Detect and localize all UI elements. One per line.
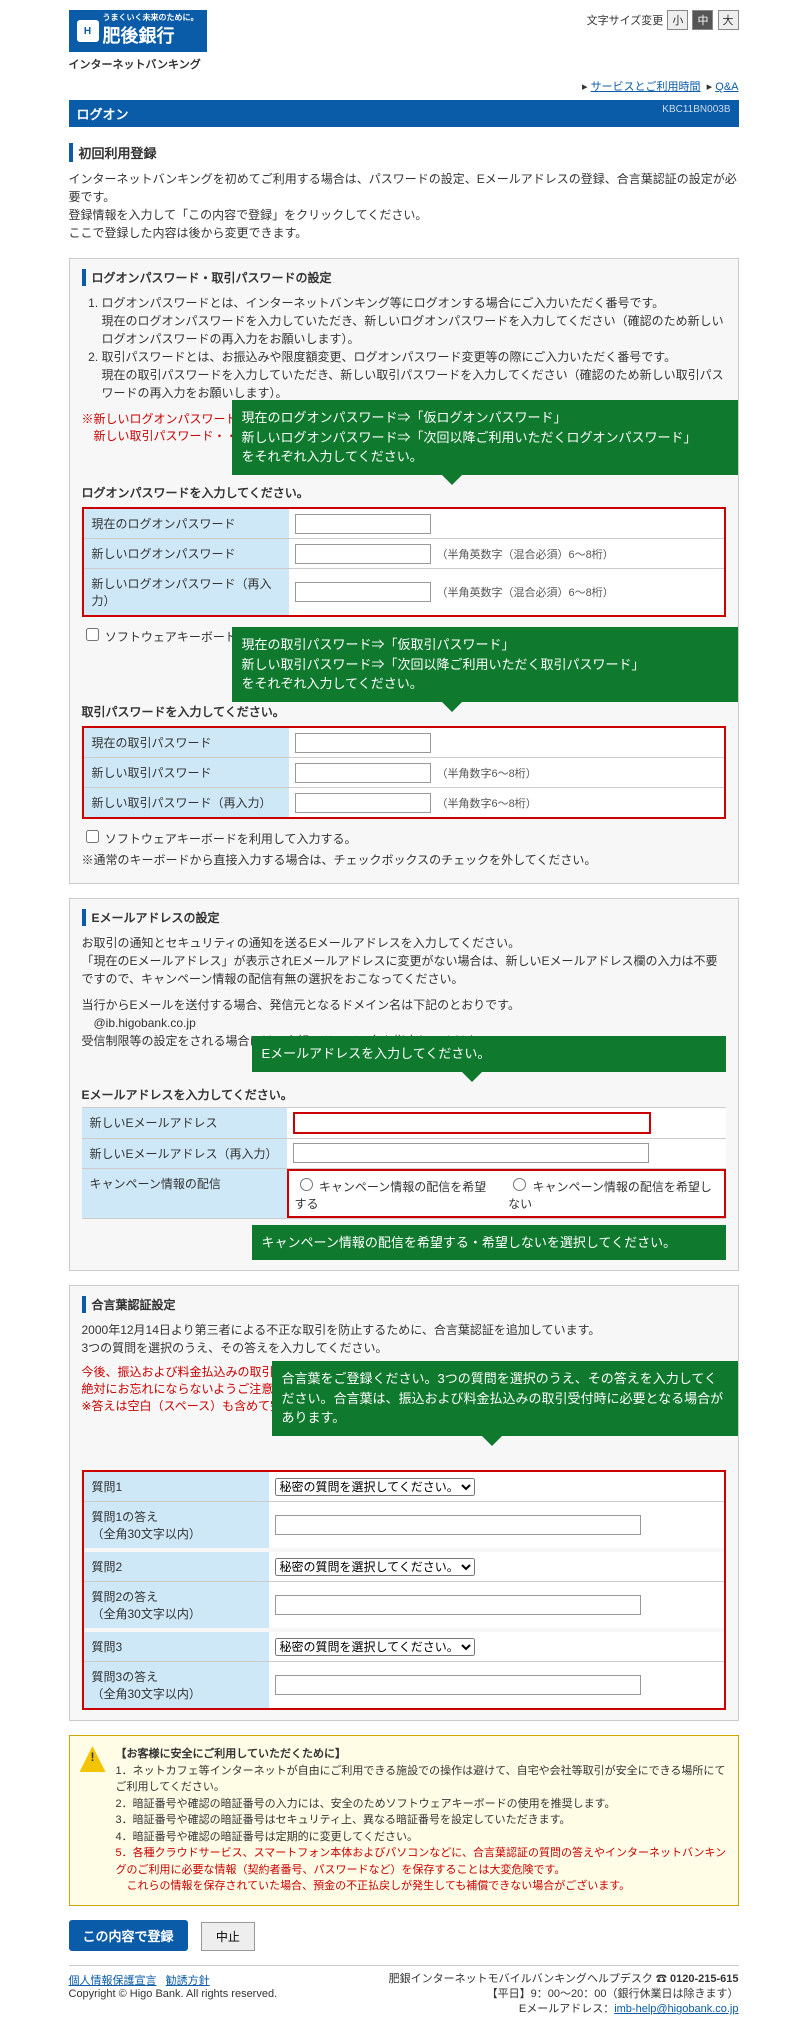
input-a2[interactable] — [275, 1595, 641, 1615]
input-new-logon-pw-confirm[interactable] — [295, 582, 431, 602]
input-a1[interactable] — [275, 1515, 641, 1535]
pw-section-heading: ログオンパスワード・取引パスワードの設定 — [82, 269, 726, 286]
input-a3[interactable] — [275, 1675, 641, 1695]
font-size-large[interactable]: 大 — [718, 10, 739, 30]
label-q1: 質問1 — [84, 1472, 269, 1501]
label-new-txn-pw: 新しい取引パスワード — [84, 758, 289, 787]
secret-desc: 2000年12月14日より第三者による不正な取引を防止するために、合言葉認証を追… — [82, 1321, 726, 1357]
font-size-control: 文字サイズ変更 小 中 大 — [587, 10, 739, 30]
email-desc: お取引の通知とセキュリティの通知を送るEメールアドレスを入力してください。 「現… — [82, 934, 726, 988]
input-new-email[interactable] — [293, 1112, 651, 1134]
link-help-mail[interactable]: imb-help@higobank.co.jp — [614, 2003, 738, 2015]
txn-pw-caption: 取引パスワードを入力してください。 — [82, 703, 726, 720]
logo-icon: H — [77, 20, 99, 42]
page-heading: 初回利用登録 — [69, 143, 739, 162]
input-new-txn-pw[interactable] — [295, 763, 431, 783]
email-tip: Eメールアドレスを入力してください。 — [252, 1036, 726, 1072]
input-new-txn-pw-confirm[interactable] — [295, 793, 431, 813]
logon-pw-form: 現在のログオンパスワード 新しいログオンパスワード （半角英数字（混合必須）6～… — [82, 507, 726, 617]
sub-brand: インターネットバンキング — [69, 56, 207, 72]
label-a3: 質問3の答え （全角30文字以内） — [84, 1662, 269, 1708]
pw-description: ログオンパスワードとは、インターネットバンキング等にログオンする場合にご入力いた… — [86, 294, 726, 402]
font-size-label: 文字サイズ変更 — [587, 15, 664, 27]
label-q2: 質問2 — [84, 1552, 269, 1581]
chk-soft-kb-1[interactable] — [86, 628, 99, 641]
label-new-email-confirm: 新しいEメールアドレス（再入力） — [82, 1139, 287, 1168]
logon-pw-tip: 現在のログオンパスワード⇒「仮ログオンパスワード」 新しいログオンパスワード⇒「… — [232, 400, 738, 475]
label-a2: 質問2の答え （全角30文字以内） — [84, 1582, 269, 1628]
label-q3: 質問3 — [84, 1632, 269, 1661]
label-new-txn-pw-confirm: 新しい取引パスワード（再入力） — [84, 788, 289, 817]
radio-campaign-no[interactable]: キャンペーン情報の配信を希望しない — [508, 1175, 717, 1212]
label-current-txn-pw: 現在の取引パスワード — [84, 728, 289, 757]
label-new-logon-pw-confirm: 新しいログオンパスワード（再入力） — [84, 569, 289, 615]
label-campaign: キャンペーン情報の配信 — [82, 1169, 287, 1218]
secret-section-heading: 合言葉認証設定 — [82, 1296, 726, 1313]
font-size-medium[interactable]: 中 — [692, 10, 713, 30]
secret-tip: 合言葉をご登録ください。3つの質問を選択のうえ、その答えを入力してください。合言… — [272, 1361, 738, 1436]
select-q3[interactable]: 秘密の質問を選択してください。 — [275, 1638, 475, 1656]
label-current-logon-pw: 現在のログオンパスワード — [84, 509, 289, 538]
link-privacy[interactable]: 個人情報保護宣言 — [69, 1975, 157, 1987]
safety-title: 【お客様に安全にご利用していただくために】 — [116, 1748, 346, 1760]
input-new-logon-pw[interactable] — [295, 544, 431, 564]
txn-pw-tip: 現在の取引パスワード⇒「仮取引パスワード」 新しい取引パスワード⇒「次回以降ご利… — [232, 627, 738, 702]
soft-kb-note-2: ※通常のキーボードから直接入力する場合は、チェックボックスのチェックを外してくだ… — [82, 851, 726, 869]
bank-logo: H うまくいく未来のために。 肥後銀行 — [69, 10, 207, 52]
logo-tagline: うまくいく未来のために。 — [103, 14, 199, 22]
label-a1: 質問1の答え （全角30文字以内） — [84, 1502, 269, 1548]
campaign-tip: キャンペーン情報の配信を希望する・希望しないを選択してください。 — [252, 1225, 726, 1261]
input-new-email-confirm[interactable] — [293, 1143, 649, 1163]
logon-pw-caption: ログオンパスワードを入力してください。 — [82, 484, 726, 501]
intro-text: インターネットバンキングを初めてご利用する場合は、パスワードの設定、Eメールアド… — [69, 170, 739, 242]
copyright: Copyright © Higo Bank. All rights reserv… — [69, 1988, 278, 2000]
label-new-email: 新しいEメールアドレス — [82, 1108, 287, 1138]
radio-campaign-yes[interactable]: キャンペーン情報の配信を希望する — [295, 1175, 493, 1212]
safety-warning: 【お客様に安全にご利用していただくために】 1．ネットカフェ等インターネットが自… — [69, 1735, 739, 1906]
screen-title: ログオン — [77, 104, 129, 123]
select-q2[interactable]: 秘密の質問を選択してください。 — [275, 1558, 475, 1576]
link-qa[interactable]: Q&A — [715, 81, 738, 93]
input-current-logon-pw[interactable] — [295, 514, 431, 534]
label-new-logon-pw: 新しいログオンパスワード — [84, 539, 289, 568]
soft-kb-label-2: ソフトウェアキーボードを利用 — [105, 832, 273, 846]
input-current-txn-pw[interactable] — [295, 733, 431, 753]
link-service-hours[interactable]: サービスとご利用時間 — [591, 81, 701, 93]
submit-button[interactable]: この内容で登録 — [69, 1920, 188, 1951]
email-section-heading: Eメールアドレスの設定 — [82, 909, 726, 926]
chk-soft-kb-2[interactable] — [86, 830, 99, 843]
screen-code: KBC11BN003B — [662, 104, 730, 123]
bank-name: 肥後銀行 — [103, 26, 175, 46]
select-q1[interactable]: 秘密の質問を選択してください。 — [275, 1478, 475, 1496]
helpdesk-info: 肥銀インターネットモバイルバンキングヘルプデスク ☎ 0120-215-615 … — [389, 1972, 739, 2018]
email-caption: Eメールアドレスを入力してください。 — [82, 1086, 726, 1103]
warning-icon — [80, 1746, 106, 1772]
font-size-small[interactable]: 小 — [667, 10, 688, 30]
cancel-button[interactable]: 中止 — [201, 1922, 255, 1951]
link-policy[interactable]: 勧誘方針 — [166, 1975, 210, 1987]
txn-pw-form: 現在の取引パスワード 新しい取引パスワード （半角数字6～8桁） 新しい取引パス… — [82, 726, 726, 819]
